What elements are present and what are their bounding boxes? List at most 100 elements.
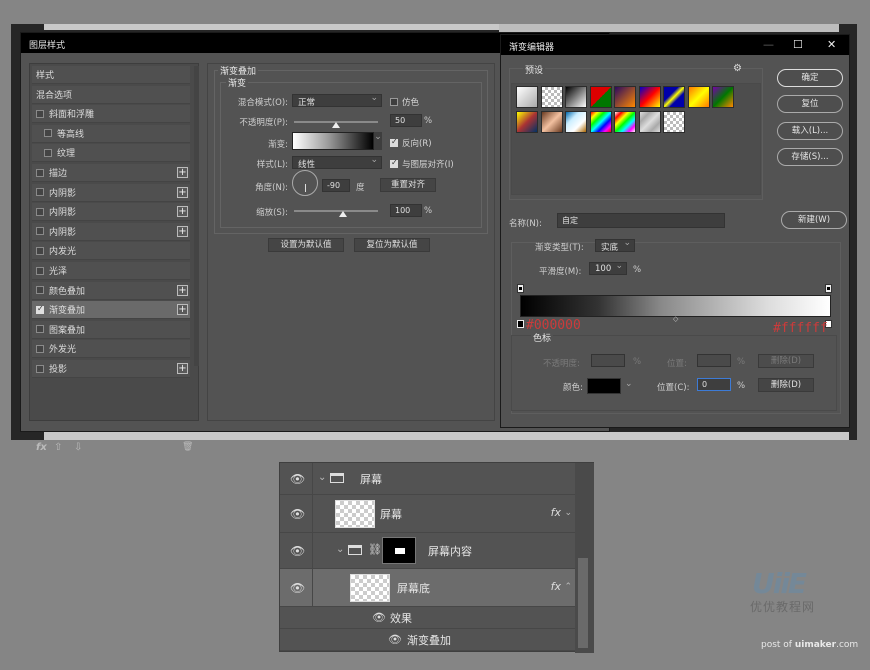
- midpoint-diamond-icon[interactable]: ◇: [673, 315, 678, 323]
- chevron-down-icon[interactable]: ⌄: [336, 544, 344, 555]
- preset-swatch[interactable]: [565, 110, 587, 133]
- style-list-item[interactable]: 投影 +: [32, 360, 190, 378]
- preset-swatch[interactable]: [663, 86, 685, 108]
- add-effect-icon[interactable]: +: [177, 363, 188, 374]
- fx-icon[interactable]: fx: [551, 506, 561, 519]
- style-checkbox[interactable]: [36, 109, 44, 118]
- style-list-item[interactable]: 光泽: [32, 262, 190, 280]
- add-effect-icon[interactable]: +: [177, 167, 188, 178]
- preset-swatch[interactable]: [540, 110, 563, 133]
- layer-row[interactable]: 👁 屏幕底 fx ⌃: [280, 569, 575, 607]
- angle-input[interactable]: -90: [322, 179, 350, 192]
- style-list-scrollbar[interactable]: [194, 66, 199, 366]
- style-list-item[interactable]: 斜面和浮雕: [32, 105, 190, 124]
- preset-swatch[interactable]: [687, 86, 710, 108]
- opacity-stop-right[interactable]: [825, 284, 832, 293]
- preset-swatch[interactable]: [663, 110, 685, 133]
- trash-icon[interactable]: 🗑: [182, 442, 193, 452]
- preset-swatch[interactable]: [516, 86, 538, 108]
- dither-checkbox[interactable]: 仿色: [390, 96, 419, 108]
- fx-icon[interactable]: fx: [551, 580, 561, 593]
- reset-default-button[interactable]: 复位为默认值: [354, 238, 430, 252]
- blend-mode-select[interactable]: 正常: [292, 93, 382, 108]
- checkbox-box[interactable]: [390, 98, 398, 106]
- chevron-up-icon[interactable]: ⌃: [564, 582, 572, 592]
- preset-swatch[interactable]: [540, 86, 563, 108]
- color-stop-left[interactable]: [517, 320, 524, 328]
- gradient-preview[interactable]: [292, 132, 374, 150]
- eye-icon[interactable]: 👁: [290, 581, 305, 595]
- maximize-icon[interactable]: ☐: [793, 38, 803, 51]
- style-checkbox[interactable]: [36, 364, 44, 373]
- preset-swatch[interactable]: [589, 86, 612, 108]
- add-effect-icon[interactable]: +: [177, 186, 188, 198]
- preset-swatch[interactable]: [712, 86, 734, 108]
- name-input[interactable]: 自定: [557, 213, 725, 228]
- style-list-item[interactable]: 内阴影 +: [32, 183, 190, 202]
- style-checkbox[interactable]: [36, 188, 44, 197]
- style-checkbox[interactable]: [36, 266, 44, 275]
- opacity-slider-thumb[interactable]: [332, 122, 340, 128]
- reset-alignment-button[interactable]: 重置对齐: [380, 178, 436, 192]
- checkbox-box[interactable]: [390, 158, 398, 168]
- style-list-item[interactable]: 内阴影 +: [32, 203, 190, 222]
- gradient-type-select[interactable]: 实底: [595, 238, 635, 253]
- move-up-icon[interactable]: ⇧: [54, 442, 62, 453]
- style-checkbox[interactable]: [36, 168, 44, 177]
- new-button[interactable]: 新建(W): [781, 211, 847, 229]
- style-checkbox[interactable]: [36, 304, 44, 314]
- layer-row[interactable]: 👁 渐变叠加: [280, 629, 575, 651]
- preset-swatch[interactable]: [589, 110, 612, 133]
- style-checkbox[interactable]: [36, 207, 44, 216]
- style-list-item[interactable]: 描边 +: [32, 164, 190, 182]
- eye-icon[interactable]: 👁: [388, 633, 402, 646]
- align-with-layer-checkbox[interactable]: 与图层对齐(I): [390, 158, 454, 170]
- eye-icon[interactable]: 👁: [290, 507, 305, 521]
- layer-row[interactable]: 👁 ⌄ ⛓ 屏幕内容: [280, 533, 575, 569]
- opacity-input[interactable]: 50: [390, 114, 422, 127]
- layer-row[interactable]: 👁 屏幕 fx ⌄: [280, 495, 575, 533]
- style-list-item[interactable]: 内发光: [32, 242, 190, 261]
- style-checkbox[interactable]: [36, 286, 44, 295]
- layers-scrollbar-thumb[interactable]: [578, 558, 588, 648]
- add-effect-icon[interactable]: +: [177, 206, 188, 218]
- reverse-checkbox[interactable]: 反向(R): [390, 137, 432, 149]
- scale-input[interactable]: 100: [390, 204, 422, 217]
- preset-swatch[interactable]: [638, 86, 661, 108]
- style-checkbox[interactable]: [36, 246, 44, 255]
- gradient-bar[interactable]: [520, 295, 831, 317]
- link-icon[interactable]: ⛓: [368, 543, 382, 556]
- eye-icon[interactable]: 👁: [290, 472, 305, 486]
- eye-icon[interactable]: 👁: [290, 544, 305, 558]
- color-position-input[interactable]: 0: [697, 378, 731, 391]
- style-checkbox[interactable]: [36, 227, 44, 236]
- style-list-item[interactable]: 渐变叠加 +: [32, 301, 190, 320]
- preset-swatch[interactable]: [516, 110, 538, 133]
- style-list-item[interactable]: 内阴影 +: [32, 222, 190, 241]
- add-effect-icon[interactable]: +: [177, 304, 188, 316]
- preset-swatch[interactable]: [614, 110, 636, 133]
- stop-color-swatch[interactable]: [587, 378, 621, 394]
- chevron-down-icon[interactable]: ⌄: [625, 379, 633, 389]
- style-list-item[interactable]: 等高线: [32, 124, 190, 143]
- smoothness-select[interactable]: 100: [589, 261, 627, 275]
- move-down-icon[interactable]: ⇩: [74, 442, 82, 453]
- gradient-dropdown-icon[interactable]: ⌄: [374, 132, 382, 150]
- style-list-item[interactable]: 外发光: [32, 340, 190, 359]
- chevron-down-icon[interactable]: ⌄: [564, 508, 572, 518]
- fx-icon[interactable]: fx: [36, 442, 47, 453]
- style-checkbox[interactable]: [36, 325, 44, 334]
- minimize-icon[interactable]: —: [763, 38, 774, 51]
- style-checkbox[interactable]: [44, 129, 52, 138]
- style-select[interactable]: 线性: [292, 155, 382, 170]
- eye-icon[interactable]: 👁: [372, 611, 386, 624]
- scale-slider-track[interactable]: [294, 210, 378, 212]
- style-list-item[interactable]: 混合选项: [32, 85, 190, 104]
- style-list-item[interactable]: 图案叠加: [32, 320, 190, 339]
- chevron-down-icon[interactable]: ⌄: [318, 472, 326, 483]
- style-list-item[interactable]: 颜色叠加 +: [32, 281, 190, 300]
- style-checkbox[interactable]: [36, 344, 44, 353]
- make-default-button[interactable]: 设置为默认值: [268, 238, 344, 252]
- gear-icon[interactable]: ⚙: [733, 63, 742, 74]
- preset-swatch[interactable]: [614, 86, 636, 108]
